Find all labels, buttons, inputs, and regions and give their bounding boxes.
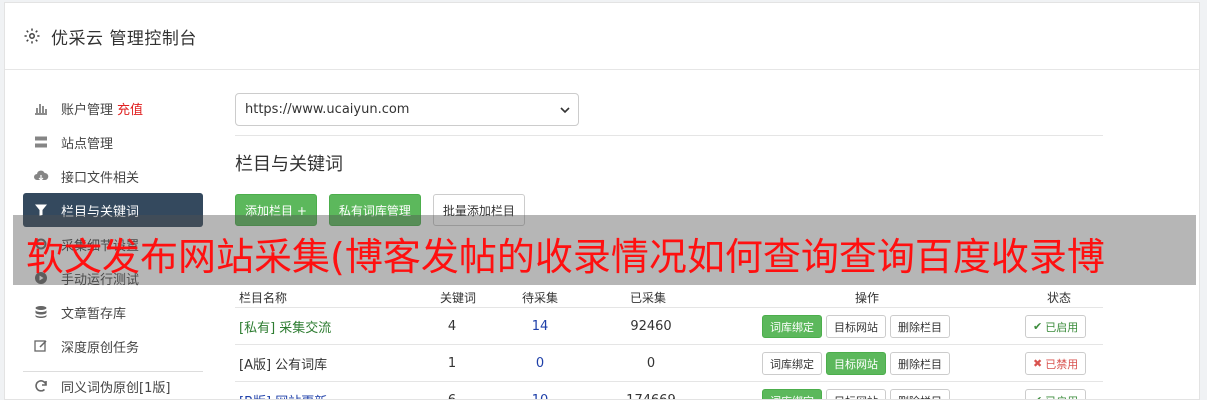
target-site-button[interactable]: 目标网站	[826, 389, 886, 399]
sidebar-item-label: 深度原创任务	[61, 340, 140, 356]
sidebar-item-label: 站点管理	[61, 136, 114, 152]
header-actions: 操作	[855, 291, 880, 305]
close-icon: ✖	[1033, 357, 1043, 370]
bar-chart-icon	[33, 100, 49, 116]
overlay-caption: 软文发布网站采集(博客发帖的收录情况如何查询查询百度收录博	[26, 235, 1105, 279]
pending-count[interactable]: 14	[525, 308, 555, 345]
sidebar-item[interactable]: 接口文件相关	[23, 159, 203, 193]
header-status: 状态	[1047, 291, 1072, 305]
sidebar-item-label: 账户管理	[61, 102, 114, 118]
keyword-count: 6	[447, 382, 457, 399]
pending-count[interactable]: 10	[525, 382, 555, 399]
pending-count[interactable]: 0	[525, 345, 555, 382]
table-row: [A版] 公有词库 1 0 0 词库绑定 目标网站 删除栏目 ✖ 已禁用	[235, 344, 1103, 381]
collected-count: 174669	[616, 382, 686, 399]
column-name-link[interactable]: [A版] 公有词库	[239, 345, 327, 382]
status-toggle-button[interactable]: ✔已启用	[1025, 389, 1087, 400]
row-actions: 词库绑定目标网站删除栏目	[762, 345, 950, 382]
sidebar-item-label: 接口文件相关	[61, 170, 140, 186]
status-label: 已启用	[1045, 320, 1079, 334]
sidebar-item[interactable]: 同义词伪原创[1版]	[23, 369, 203, 399]
status-cell: ✔已启用	[1025, 308, 1087, 345]
bind-library-button[interactable]: 词库绑定	[762, 389, 822, 399]
sidebar-item[interactable]: 账户管理 充值	[23, 91, 203, 125]
header-name: 栏目名称	[239, 291, 288, 305]
server-icon	[33, 134, 49, 150]
site-select-value: https://www.ucaiyun.com	[245, 102, 410, 117]
database-icon	[33, 304, 49, 320]
bind-library-button[interactable]: 词库绑定	[762, 352, 822, 375]
cloud-download-icon	[33, 168, 49, 184]
divider	[235, 135, 1103, 136]
status-label: 已禁用	[1045, 357, 1079, 371]
status-cell: ✔已启用	[1025, 382, 1087, 400]
bind-library-button[interactable]: 词库绑定	[762, 315, 822, 338]
delete-column-button[interactable]: 删除栏目	[890, 389, 950, 399]
table-row: [私有] 采集交流 4 14 92460 词库绑定 目标网站 删除栏目 ✔ 已启用	[235, 307, 1103, 344]
keyword-count: 1	[447, 356, 457, 371]
check-icon: ✔	[1033, 320, 1043, 333]
delete-column-button[interactable]: 删除栏目	[890, 315, 950, 338]
sidebar-item-label: 同义词伪原创[1版]	[61, 380, 171, 396]
sidebar-item[interactable]: 文章暂存库	[23, 295, 203, 329]
console-window: 优采云 管理控制台 账户管理 充值 站点管理 接口文件相关 栏目与关键词 采集细节设置 手动…	[4, 2, 1200, 400]
sidebar-divider	[23, 371, 203, 372]
target-site-button[interactable]: 目标网站	[826, 315, 886, 338]
table-row: [B版] 网站更新 6 10 174669 词库绑定目标网站删除栏目 ✔已启用	[235, 381, 1103, 400]
column-name-link[interactable]: [私有] 采集交流	[239, 308, 331, 345]
delete-column-button[interactable]: 删除栏目	[890, 352, 950, 375]
target-site-button[interactable]: 目标网站	[826, 352, 886, 375]
column-table: 栏目名称 关键词 待采集 已采集 操作 状态 [私有] 采集交流 4 14 92460…	[235, 289, 1103, 400]
table-header: 栏目名称 关键词 待采集 已采集 操作 状态	[235, 289, 1103, 307]
sidebar-item[interactable]: 站点管理	[23, 125, 203, 159]
header-keywords: 关键词	[440, 291, 477, 305]
column-name-link[interactable]: [B版] 网站更新	[239, 382, 327, 399]
site-select[interactable]: https://www.ucaiyun.com	[235, 93, 579, 126]
status-toggle-button[interactable]: ✔已启用	[1025, 315, 1087, 338]
recharge-link[interactable]: 充值	[117, 99, 143, 118]
check-icon: ✔	[1033, 394, 1042, 399]
status-cell: ✖ 已禁用	[1025, 345, 1087, 382]
refresh-icon	[33, 378, 49, 394]
page-header: 优采云 管理控制台	[5, 3, 1199, 70]
keyword-count: 4	[447, 319, 457, 334]
console-title: 优采云 管理控制台	[51, 28, 197, 49]
row-actions: 词库绑定目标网站删除栏目	[762, 382, 950, 399]
header-collected: 已采集	[630, 291, 667, 305]
section-title: 栏目与关键词	[235, 154, 343, 175]
status-label: 已启用	[1045, 393, 1078, 400]
sidebar-item[interactable]: 深度原创任务	[23, 329, 203, 363]
main-content: https://www.ucaiyun.com 栏目与关键词 添加栏目 + 私有…	[235, 93, 1105, 399]
row-actions: 词库绑定目标网站删除栏目	[762, 308, 950, 345]
chevron-down-icon	[560, 105, 570, 115]
collected-count: 0	[646, 356, 656, 371]
header-pending: 待采集	[522, 291, 559, 305]
edit-icon	[33, 338, 49, 354]
sidebar-item-label: 文章暂存库	[61, 306, 127, 322]
collected-count: 92460	[630, 319, 672, 334]
status-toggle-button[interactable]: ✖ 已禁用	[1025, 352, 1087, 375]
gear-icon	[23, 27, 41, 45]
